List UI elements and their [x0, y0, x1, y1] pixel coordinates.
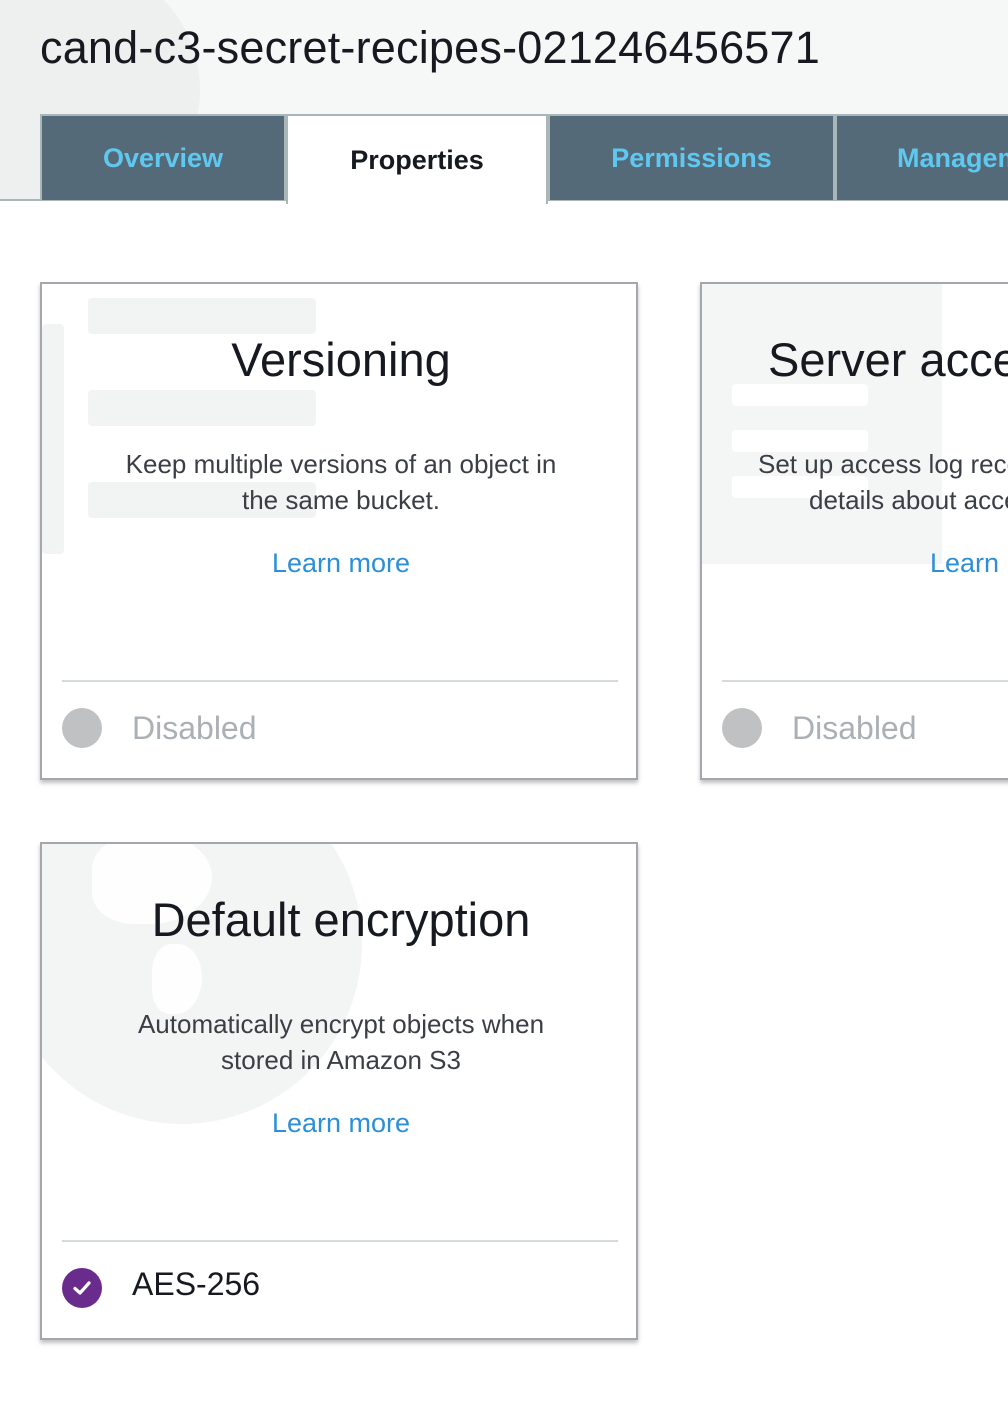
tab-label: Management — [897, 142, 1008, 173]
tab-overview[interactable]: Overview — [40, 114, 286, 200]
card-description-line: Automatically encrypt objects when — [137, 1009, 545, 1039]
card-divider — [722, 680, 1008, 682]
card-divider — [62, 1240, 618, 1242]
check-icon — [62, 1268, 102, 1308]
card-background-decoration — [152, 944, 202, 1014]
card-description-line: Set up access log records that provide — [758, 449, 1008, 479]
tab-label: Permissions — [611, 142, 772, 173]
tab-label: Properties — [350, 144, 484, 175]
card-background-decoration — [88, 390, 316, 426]
card-background-decoration — [702, 284, 942, 564]
s3-bucket-properties-page: cand-c3-secret-recipes-021246456571 Over… — [0, 0, 1008, 1402]
card-description-line: Keep multiple versions of an object in — [125, 449, 557, 479]
check-icon-glyph — [73, 1281, 91, 1295]
card-background-decoration — [732, 384, 868, 406]
tab-properties[interactable]: Properties — [286, 114, 548, 204]
card-background-decoration — [42, 844, 362, 1124]
card-description: Keep multiple versions of an object in t… — [82, 446, 600, 518]
card-description: Set up access log records that provide d… — [758, 446, 1008, 518]
status-text: AES-256 — [132, 1266, 261, 1302]
learn-more-link[interactable]: Learn more — [42, 1108, 636, 1139]
disabled-status-icon — [722, 708, 762, 748]
card-background-decoration — [88, 298, 316, 334]
default-encryption-card[interactable]: Default encryption Automatically encrypt… — [40, 842, 638, 1340]
server-access-logging-card[interactable]: Server access logging Set up access log … — [700, 282, 1008, 780]
learn-more-link[interactable]: Learn more — [42, 548, 636, 579]
tab-label: Overview — [102, 142, 224, 173]
card-description: Automatically encrypt objects when store… — [82, 1006, 600, 1078]
status-text: Disabled — [792, 710, 917, 746]
card-description-line: details about access requests. — [809, 485, 1008, 515]
tab-permissions[interactable]: Permissions — [548, 114, 835, 200]
versioning-card[interactable]: Versioning Keep multiple versions of an … — [40, 282, 638, 780]
disabled-status-icon — [62, 708, 102, 748]
card-divider — [62, 680, 618, 682]
bucket-name-title: cand-c3-secret-recipes-021246456571 — [40, 22, 820, 73]
status-text: Disabled — [132, 710, 257, 746]
card-description-line: stored in Amazon S3 — [221, 1045, 461, 1075]
card-title: Versioning — [231, 333, 451, 386]
card-title: Default encryption — [151, 893, 531, 946]
card-title: Server access logging — [768, 333, 1008, 386]
learn-more-link[interactable]: Learn more — [930, 548, 1008, 579]
tab-management[interactable]: Management — [835, 114, 1008, 200]
card-description-line: the same bucket. — [242, 485, 440, 515]
